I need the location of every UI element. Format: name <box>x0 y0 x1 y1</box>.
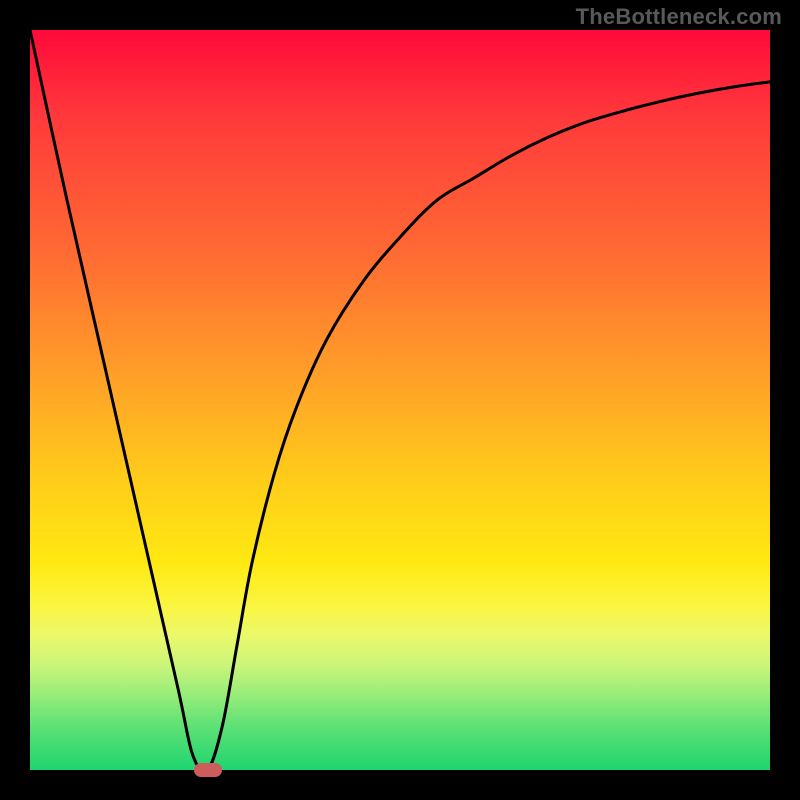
bottleneck-curve <box>30 30 770 770</box>
optimum-marker <box>194 763 222 777</box>
chart-frame: TheBottleneck.com <box>0 0 800 800</box>
plot-area <box>30 30 770 770</box>
watermark-text: TheBottleneck.com <box>576 4 782 30</box>
